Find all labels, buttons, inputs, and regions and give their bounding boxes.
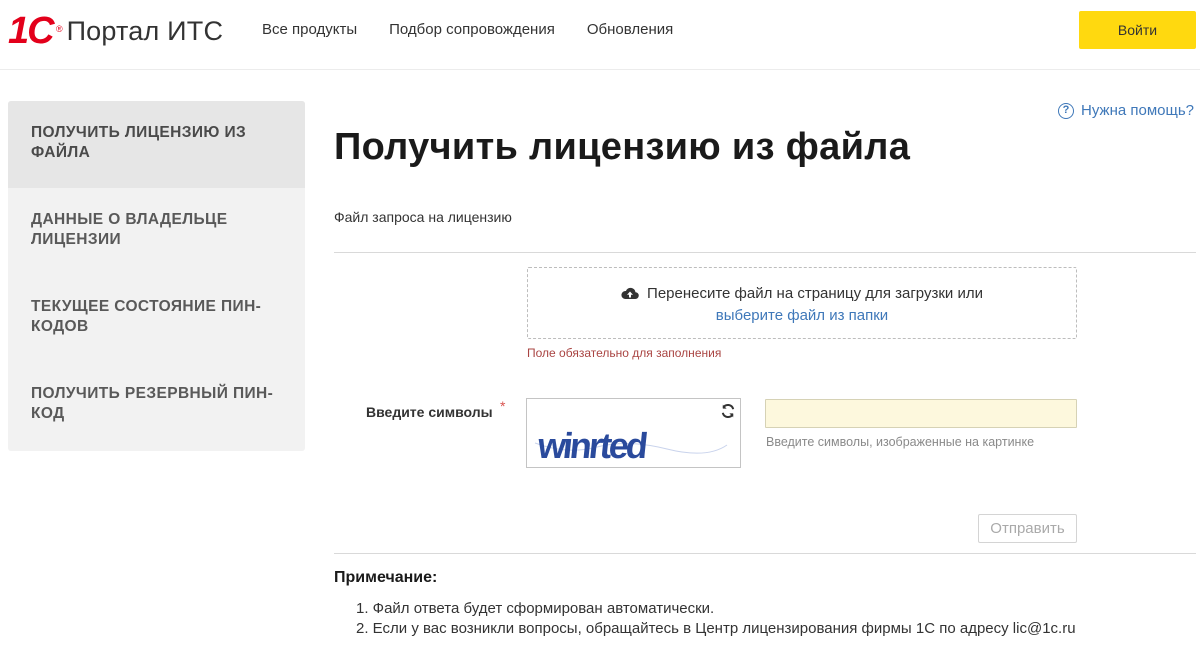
page-title: Получить лицензию из файла xyxy=(334,126,911,168)
required-marker: * xyxy=(500,398,506,414)
sidebar-item-pin-status[interactable]: ТЕКУЩЕЕ СОСТОЯНИЕ ПИН-КОДОВ xyxy=(8,275,305,362)
captcha-input[interactable] xyxy=(765,399,1077,428)
file-dropzone[interactable]: Перенесите файл на страницу для загрузки… xyxy=(527,267,1077,339)
sidebar-item-reserve-pin[interactable]: ПОЛУЧИТЬ РЕЗЕРВНЫЙ ПИН-КОД xyxy=(8,362,305,449)
sidebar-item-license-owner[interactable]: ДАННЫЕ О ВЛАДЕЛЬЦЕ ЛИЦЕНЗИИ xyxy=(8,188,305,275)
dropzone-line: Перенесите файл на страницу для загрузки… xyxy=(528,284,1076,304)
question-icon: ? xyxy=(1058,102,1075,119)
registered-mark: ® xyxy=(55,24,62,34)
logo-text: Портал ИТС xyxy=(66,16,224,46)
logo-mark: 1С ® xyxy=(8,10,62,52)
nav-all-products[interactable]: Все продукты xyxy=(262,20,357,40)
list-item: 2. Если у вас возникли вопросы, обращайт… xyxy=(356,620,1076,637)
captcha-label: Введите символы xyxy=(366,404,493,420)
refresh-icon[interactable] xyxy=(720,403,736,419)
help-link[interactable]: ? Нужна помощь? xyxy=(1058,102,1194,119)
main-nav: Все продукты Подбор сопровождения Обновл… xyxy=(262,20,673,40)
required-error: Поле обязательно для заполнения xyxy=(527,346,722,360)
sidebar: ПОЛУЧИТЬ ЛИЦЕНЗИЮ ИЗ ФАЙЛА ДАННЫЕ О ВЛАД… xyxy=(8,101,305,451)
captcha-picture: winrted xyxy=(534,425,728,466)
logo[interactable]: 1С ® Портал ИТС xyxy=(8,10,224,52)
divider xyxy=(334,553,1196,554)
help-label: Нужна помощь? xyxy=(1081,102,1194,119)
nav-support-selection[interactable]: Подбор сопровождения xyxy=(389,20,555,40)
choose-file-link[interactable]: выберите файл из папки xyxy=(716,306,888,326)
captcha-hint: Введите символы, изображенные на картинк… xyxy=(766,435,1035,449)
captcha-image: winrted xyxy=(526,398,741,468)
cloud-upload-icon xyxy=(621,287,639,300)
nav-updates[interactable]: Обновления xyxy=(587,20,673,40)
captcha-code: winrted xyxy=(535,425,648,466)
submit-button[interactable]: Отправить xyxy=(978,514,1077,543)
site-header: 1С ® Портал ИТС Все продукты Подбор сопро… xyxy=(0,0,1200,70)
sidebar-item-license-from-file[interactable]: ПОЛУЧИТЬ ЛИЦЕНЗИЮ ИЗ ФАЙЛА xyxy=(8,101,305,188)
file-field-label: Файл запроса на лицензию xyxy=(334,209,512,225)
note-list: 1. Файл ответа будет сформирован автомат… xyxy=(356,599,1076,639)
note-title: Примечание: xyxy=(334,569,438,586)
login-button[interactable]: Войти xyxy=(1079,11,1196,49)
list-item: 1. Файл ответа будет сформирован автомат… xyxy=(356,600,715,617)
divider xyxy=(334,252,1196,253)
dropzone-text: Перенесите файл на страницу для загрузки… xyxy=(647,285,983,302)
